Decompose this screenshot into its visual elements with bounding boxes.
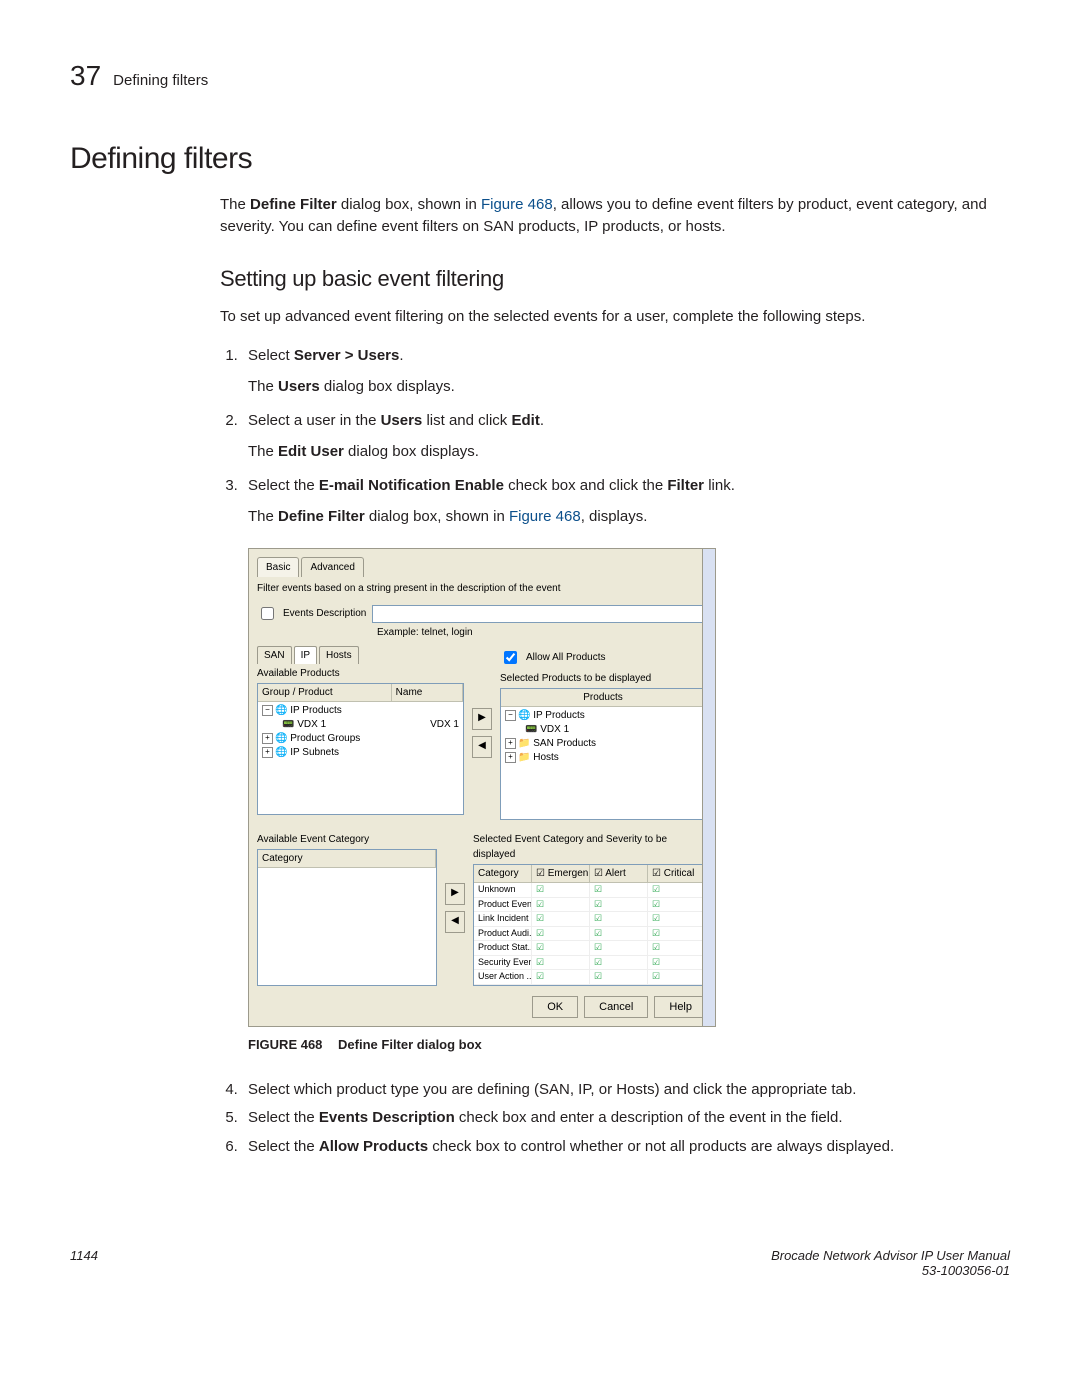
move-right-button[interactable]: ▶ xyxy=(445,883,465,905)
footer-manual-title: Brocade Network Advisor IP User Manual xyxy=(771,1248,1010,1263)
footer-page-number: 1144 xyxy=(70,1248,98,1278)
available-products-list[interactable]: Group / Product Name −🌐 IP Products 📟 VD… xyxy=(257,683,464,815)
step-1: Select Server > Users. The Users dialog … xyxy=(242,345,1010,398)
subtab-ip[interactable]: IP xyxy=(294,646,317,664)
events-description-input[interactable] xyxy=(372,605,707,623)
available-category-label: Available Event Category xyxy=(257,830,437,849)
product-move-arrows: ▶ ◀ xyxy=(470,646,494,820)
step-4: Select which product type you are defini… xyxy=(242,1079,1010,1102)
events-description-checkbox[interactable] xyxy=(261,607,274,620)
section-intro: To set up advanced event filtering on th… xyxy=(220,306,1010,328)
cancel-button[interactable]: Cancel xyxy=(584,996,648,1019)
page-title: Defining filters xyxy=(70,142,1010,176)
available-category-list[interactable]: Category xyxy=(257,849,437,986)
page-header: 37 Defining filters xyxy=(70,60,1010,92)
step-6: Select the Allow Products check box to c… xyxy=(242,1136,1010,1159)
move-left-button[interactable]: ◀ xyxy=(472,736,492,758)
step-5: Select the Events Description check box … xyxy=(242,1107,1010,1130)
subtab-hosts[interactable]: Hosts xyxy=(319,646,359,664)
figure-link[interactable]: Figure 468 xyxy=(509,508,581,525)
footer-doc-number: 53-1003056-01 xyxy=(771,1263,1010,1278)
tab-advanced[interactable]: Advanced xyxy=(301,557,363,577)
events-description-label: Events Description xyxy=(283,606,366,621)
move-right-button[interactable]: ▶ xyxy=(472,708,492,730)
dialog-note: Filter events based on a string present … xyxy=(257,581,707,596)
severity-row: Product Audi... xyxy=(474,927,706,942)
subtab-san[interactable]: SAN xyxy=(257,646,292,664)
chapter-label: Defining filters xyxy=(113,72,208,89)
step-2: Select a user in the Users list and clic… xyxy=(242,410,1010,463)
allow-all-products-label: Allow All Products xyxy=(526,650,605,665)
severity-row: Link Incident ... xyxy=(474,912,706,927)
example-label: Example: telnet, login xyxy=(377,625,473,640)
dialog-tabs: Basic Advanced xyxy=(257,557,707,577)
step-3: Select the E-mail Notification Enable ch… xyxy=(242,475,1010,1055)
available-products-label: Available Products xyxy=(257,664,464,683)
ok-button[interactable]: OK xyxy=(532,996,578,1019)
severity-row: Unknown xyxy=(474,883,706,898)
tab-basic[interactable]: Basic xyxy=(257,557,299,577)
severity-row: User Action ... xyxy=(474,970,706,985)
page-footer: 1144 Brocade Network Advisor IP User Man… xyxy=(70,1248,1010,1278)
selected-category-label: Selected Event Category and Severity to … xyxy=(473,830,707,864)
selected-products-list[interactable]: Products −🌐 IP Products 📟 VDX 1 +📁 SAN P… xyxy=(500,688,707,820)
category-move-arrows: ▶ ◀ xyxy=(443,830,467,986)
severity-row: Product Stat... xyxy=(474,941,706,956)
chapter-number: 37 xyxy=(70,60,101,92)
steps-list: Select Server > Users. The Users dialog … xyxy=(220,345,1010,1158)
severity-table[interactable]: Category ☑ Emergen... ☑ Alert ☑ Critical… xyxy=(473,864,707,986)
help-button[interactable]: Help xyxy=(654,996,707,1019)
figure-caption: FIGURE 468 Define Filter dialog box xyxy=(248,1035,1010,1055)
define-filter-dialog: Basic Advanced Filter events based on a … xyxy=(248,548,716,1027)
intro-paragraph: The Define Filter dialog box, shown in F… xyxy=(220,194,1010,238)
selected-products-label: Selected Products to be displayed xyxy=(500,669,707,688)
severity-row: Product Event xyxy=(474,898,706,913)
scrollbar[interactable] xyxy=(702,549,715,1026)
section-title: Setting up basic event filtering xyxy=(220,266,1010,292)
figure-link[interactable]: Figure 468 xyxy=(481,196,553,213)
allow-all-products-checkbox[interactable] xyxy=(504,651,517,664)
move-left-button[interactable]: ◀ xyxy=(445,911,465,933)
severity-row: Security Event xyxy=(474,956,706,971)
